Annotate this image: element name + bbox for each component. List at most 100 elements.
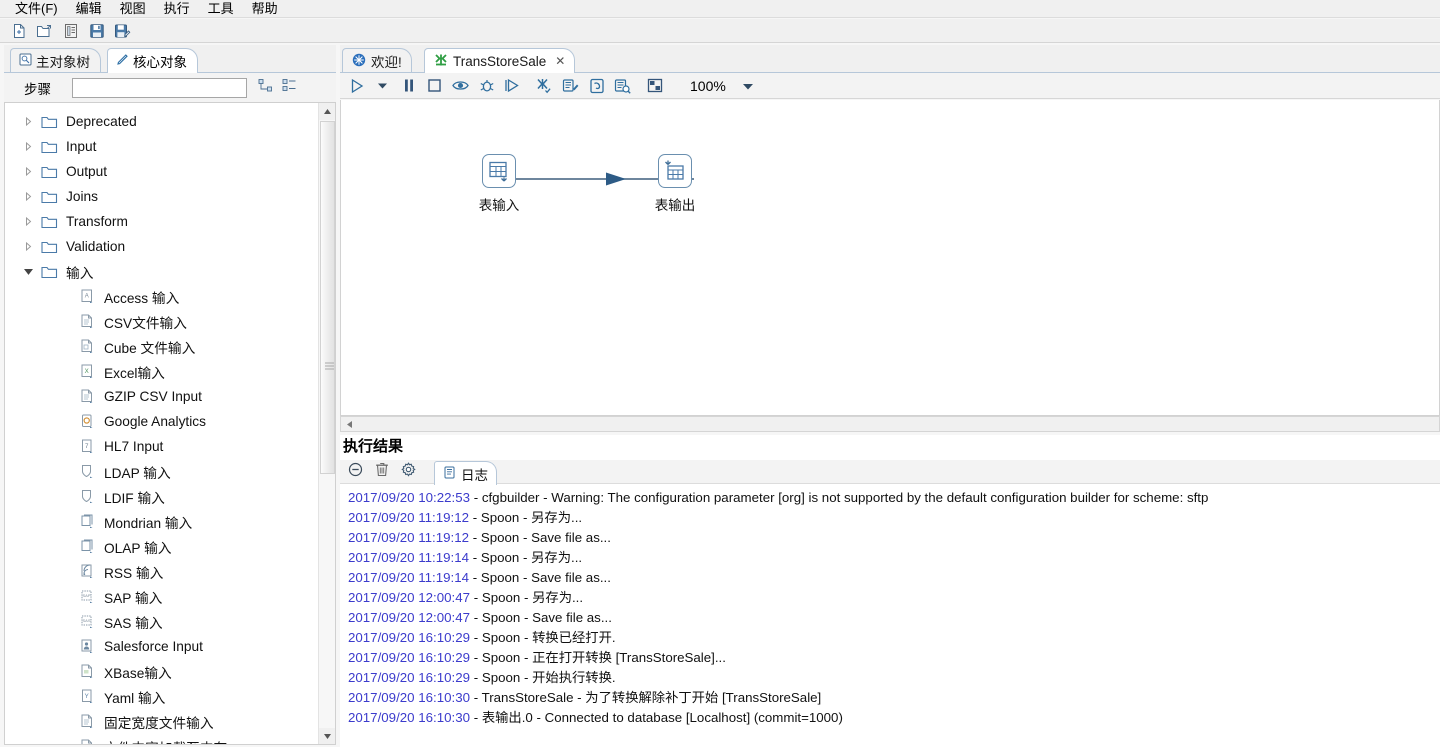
tree-step-yaml-input[interactable]: Y Yaml 输入 [5, 684, 319, 709]
tree-step-ldap-input[interactable]: LDAP 输入 [5, 459, 319, 484]
menu-help[interactable]: 帮助 [243, 0, 287, 18]
tree-step-access-input[interactable]: A Access 输入 [5, 284, 319, 309]
save-icon[interactable] [88, 22, 105, 39]
stop-icon[interactable] [426, 77, 443, 94]
transformation-canvas[interactable]: 表输入 表输出 [340, 100, 1440, 416]
gzip-csv-input-icon [79, 388, 96, 405]
tree-step-excel-input[interactable]: X Excel输入 [5, 359, 319, 384]
tree-step-mondrian-input[interactable]: Mondrian 输入 [5, 509, 319, 534]
access-input-icon: A [79, 288, 96, 305]
show-grid-icon[interactable] [646, 77, 663, 94]
menu-tools[interactable]: 工具 [199, 0, 243, 18]
impact-analysis-icon[interactable] [562, 77, 579, 94]
tree-step-rss-input[interactable]: RSS 输入 [5, 559, 319, 584]
chevron-right-icon[interactable] [21, 165, 35, 179]
tree-folder-shuru[interactable]: 输入 [5, 259, 319, 284]
tree-step-olap-input[interactable]: OLAP 输入 [5, 534, 319, 559]
log-icon [443, 466, 456, 482]
chevron-down-icon[interactable] [21, 265, 35, 279]
tab-transstoresale[interactable]: TransStoreSale ✕ [424, 48, 576, 73]
tree-step-fixed-width-input[interactable]: 固定宽度文件输入 [5, 709, 319, 734]
log-timestamp: 2017/09/20 10:22:53 [348, 490, 471, 505]
tab-main-object-tree[interactable]: 主对象树 [10, 48, 101, 73]
log-line: 2017/09/20 11:19:14 - Spoon - 另存为... [340, 548, 1440, 568]
tree-folder-output[interactable]: Output [5, 159, 319, 184]
preview-icon[interactable] [452, 77, 469, 94]
log-message: - Spoon - 正在打开转换 [TransStoreSale]... [470, 650, 726, 665]
ldap-input-icon [79, 463, 96, 480]
minus-circle-icon[interactable] [348, 462, 363, 482]
scroll-left-arrow-icon[interactable] [341, 417, 357, 431]
chevron-right-icon[interactable] [21, 115, 35, 129]
close-icon[interactable]: ✕ [555, 54, 565, 68]
expand-tree-icon[interactable] [258, 78, 273, 98]
inspect-icon[interactable] [614, 77, 631, 94]
open-folder-icon[interactable] [36, 22, 53, 39]
sap-input-icon: SAP [79, 588, 96, 605]
tree-step-hl7-input[interactable]: 7 HL7 Input [5, 434, 319, 459]
tree-step-ldif-input[interactable]: LDIF 输入 [5, 484, 319, 509]
svg-text:A: A [84, 293, 88, 299]
tree-step-salesforce-input[interactable]: Salesforce Input [5, 634, 319, 659]
menu-view[interactable]: 视图 [111, 0, 155, 18]
save-as-icon[interactable] [114, 22, 131, 39]
new-file-icon[interactable] [10, 22, 27, 39]
step-node-table-output[interactable]: 表输出 [643, 154, 707, 214]
tab-log[interactable]: 日志 [434, 461, 497, 485]
debug-icon[interactable] [478, 77, 495, 94]
tree-step-sap-input[interactable]: SAP SAP 输入 [5, 584, 319, 609]
google-analytics-icon [79, 413, 96, 430]
menu-file[interactable]: 文件(F) [6, 0, 67, 18]
collapse-tree-icon[interactable] [282, 78, 297, 98]
yaml-input-icon: Y [79, 688, 96, 705]
tab-welcome[interactable]: 欢迎! [342, 48, 412, 73]
log-message: - Spoon - 另存为... [470, 590, 584, 605]
chevron-down-icon[interactable] [742, 78, 754, 94]
zoom-level-value: 100% [690, 77, 726, 94]
trash-icon[interactable] [375, 462, 389, 482]
step-node-label: 表输入 [478, 198, 520, 213]
tree-folder-input[interactable]: Input [5, 134, 319, 159]
tree-step-xbase-input[interactable]: XBase输入 [5, 659, 319, 684]
pause-icon[interactable] [400, 77, 417, 94]
canvas-horizontal-scrollbar[interactable] [340, 416, 1440, 432]
chevron-right-icon[interactable] [21, 240, 35, 254]
menu-edit[interactable]: 编辑 [67, 0, 111, 18]
log-message: - Spoon - Save file as... [469, 530, 611, 545]
sql-icon[interactable] [588, 77, 605, 94]
tree-folder-validation[interactable]: Validation [5, 234, 319, 259]
tree-item-label: Access 输入 [104, 290, 180, 306]
gear-icon[interactable] [401, 461, 416, 482]
tree-step-cube-input[interactable]: Cube 文件输入 [5, 334, 319, 359]
tree-folder-joins[interactable]: Joins [5, 184, 319, 209]
chevron-right-icon[interactable] [21, 140, 35, 154]
core-objects-tree[interactable]: Deprecated Input Output Joins Transform … [4, 103, 336, 745]
tree-step-load-file-memory[interactable]: 文件内容加载至内存 [5, 734, 319, 744]
step-node-table-input[interactable]: 表输入 [467, 154, 531, 214]
log-output[interactable]: 2017/09/20 10:22:53 - cfgbuilder - Warni… [340, 484, 1440, 747]
properties-list-icon[interactable] [62, 22, 79, 39]
tree-step-csv-input[interactable]: CSV文件输入 [5, 309, 319, 334]
tree-vertical-scrollbar[interactable] [318, 103, 335, 744]
replay-icon[interactable] [504, 77, 521, 94]
chevron-right-icon[interactable] [21, 190, 35, 204]
tree-item-label: Yaml 输入 [104, 690, 166, 706]
scroll-down-arrow-icon[interactable] [319, 728, 335, 744]
search-input[interactable] [72, 77, 247, 98]
run-icon[interactable] [348, 77, 365, 94]
verify-icon[interactable] [536, 77, 553, 94]
tab-core-objects[interactable]: 核心对象 [107, 48, 198, 73]
menu-run[interactable]: 执行 [155, 0, 199, 18]
tree-folder-deprecated[interactable]: Deprecated [5, 109, 319, 134]
tree-step-gzip-csv-input[interactable]: GZIP CSV Input [5, 384, 319, 409]
zoom-level-select[interactable]: 100% [684, 77, 757, 95]
tree-folder-transform[interactable]: Transform [5, 209, 319, 234]
tree-step-google-analytics[interactable]: Google Analytics [5, 409, 319, 434]
scrollbar-thumb[interactable] [320, 121, 335, 474]
tree-step-sas-input[interactable]: SAS SAS 输入 [5, 609, 319, 634]
step-search-label: 步骤 [24, 81, 51, 97]
scroll-up-arrow-icon[interactable] [319, 103, 335, 120]
chevron-right-icon[interactable] [21, 215, 35, 229]
salesforce-input-icon [79, 638, 96, 655]
run-dropdown-icon[interactable] [374, 77, 391, 94]
